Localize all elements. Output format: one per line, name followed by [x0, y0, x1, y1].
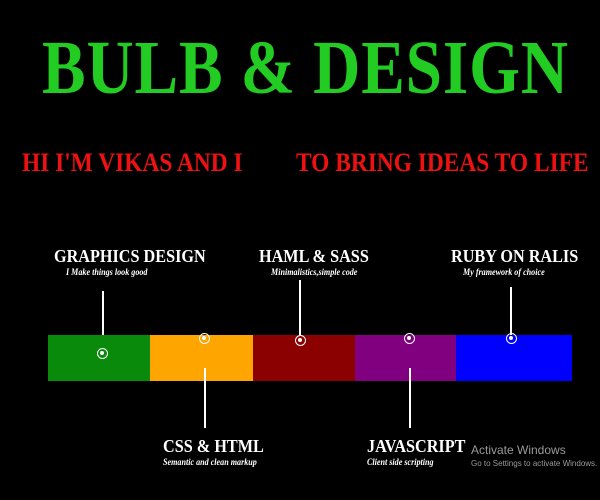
skill-title: CSS & HTML: [163, 436, 264, 456]
skill-label-css-html: CSS & HTML Semantic and clean markup: [163, 436, 275, 468]
timeline-pin[interactable]: [97, 348, 108, 359]
skills-timeline-bar: [48, 335, 572, 381]
connector-line: [204, 368, 206, 428]
skill-title: GRAPHICS DESIGN: [54, 246, 206, 266]
connector-line: [409, 368, 411, 428]
subtitle-right: TO BRING IDEAS TO LIFE: [296, 148, 589, 177]
timeline-pin[interactable]: [199, 333, 210, 344]
skill-description: My framework of choice: [463, 267, 545, 277]
timeline-pin[interactable]: [404, 333, 415, 344]
skill-title: RUBY ON RALIS: [451, 246, 579, 266]
watermark-line-1: Activate Windows: [471, 443, 566, 457]
skill-label-ruby-on-ralis: RUBY ON RALIS My framework of choice: [451, 246, 592, 278]
skill-description: Client side scripting: [367, 457, 434, 467]
subtitle-left: HI I'M VIKAS AND I: [22, 148, 243, 177]
connector-line: [510, 287, 512, 337]
skill-description: I Make things look good: [66, 267, 148, 277]
skill-description: Semantic and clean markup: [163, 457, 257, 467]
skill-label-graphics-design: GRAPHICS DESIGN I Make things look good: [54, 246, 223, 278]
skill-title: HAML & SASS: [259, 246, 369, 266]
skill-label-haml-sass: HAML & SASS Minimalistics,simple code: [259, 246, 381, 278]
skill-title: JAVASCRIPT: [367, 436, 466, 456]
watermark-line-2: Go to Settings to activate Windows.: [471, 459, 598, 468]
connector-line: [299, 280, 301, 340]
page-title: BULB & DESIGN: [42, 26, 569, 110]
activate-windows-watermark: Activate Windows Go to Settings to activ…: [471, 443, 597, 470]
timeline-pin[interactable]: [506, 333, 517, 344]
skill-description: Minimalistics,simple code: [271, 267, 358, 277]
timeline-pin[interactable]: [295, 335, 306, 346]
skill-label-javascript: JAVASCRIPT Client side scripting: [367, 436, 476, 468]
